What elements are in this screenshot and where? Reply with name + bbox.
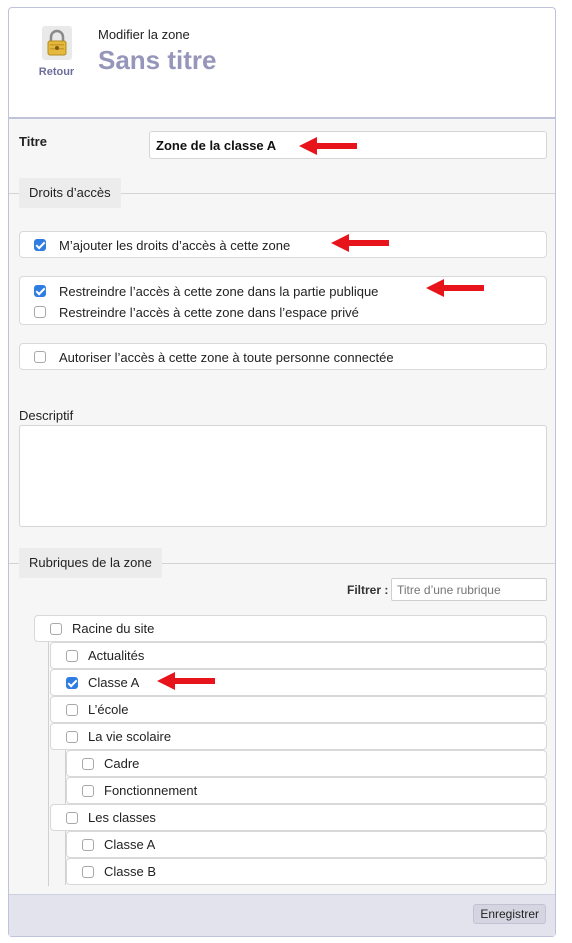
authorize-connected-label: Autoriser l’accès à cette zone à toute p… — [59, 349, 394, 365]
tree-item-label: Fonctionnement — [104, 783, 198, 798]
tree-checkbox[interactable] — [50, 622, 62, 635]
form-body: Titre Zone de la classe A Droits d’accès… — [9, 118, 555, 894]
tree-item-label: Classe A — [88, 675, 140, 690]
tree-checkbox[interactable] — [82, 865, 94, 878]
tree-checkbox[interactable] — [82, 757, 94, 770]
authorize-connected-checkbox[interactable] — [34, 351, 46, 363]
tree-item-classe-b[interactable]: Classe B — [66, 858, 547, 885]
tree-item-actualites[interactable]: Actualités — [50, 642, 547, 669]
red-arrow-icon — [157, 672, 215, 690]
red-arrow-icon — [299, 137, 357, 155]
tree-item-l-ecole[interactable]: L’école — [50, 696, 547, 723]
header: Retour Modifier la zone Sans titre — [8, 7, 556, 117]
add-rights-label: M’ajouter les droits d’accès à cette zon… — [59, 237, 291, 253]
tree-item-label: L’école — [88, 702, 129, 717]
add-rights-checkbox[interactable] — [34, 239, 46, 251]
form-footer: Enregistrer — [9, 894, 555, 936]
tree-checkbox[interactable] — [66, 676, 78, 689]
tree-checkbox[interactable] — [66, 730, 78, 743]
tree-item-label: Racine du site — [72, 621, 155, 636]
tree-checkbox[interactable] — [66, 703, 78, 716]
filter-input[interactable] — [391, 578, 547, 601]
authorize-connected-box: Autoriser l’accès à cette zone à toute p… — [19, 343, 547, 370]
red-arrow-icon — [426, 279, 484, 297]
tree-item-label: Classe B — [104, 864, 157, 879]
tree-item-la-vie-scolaire[interactable]: La vie scolaire — [50, 723, 547, 750]
divider — [9, 118, 555, 119]
tree-item-cadre[interactable]: Cadre — [66, 750, 547, 777]
tree-item-label: La vie scolaire — [88, 729, 172, 744]
sections-legend: Rubriques de la zone — [19, 548, 162, 578]
save-button[interactable]: Enregistrer — [473, 904, 546, 924]
red-arrow-icon — [331, 234, 389, 252]
restrict-public-option[interactable]: Restreindre l’accès à cette zone dans la… — [34, 282, 378, 300]
restrict-private-label: Restreindre l’accès à cette zone dans l’… — [59, 304, 359, 320]
back-label[interactable]: Retour — [34, 66, 79, 78]
tree-item-classe-a[interactable]: Classe A — [50, 669, 547, 696]
tree-checkbox[interactable] — [66, 811, 78, 824]
zone-form: Titre Zone de la classe A Droits d’accès… — [8, 117, 556, 937]
tree-checkbox[interactable] — [66, 649, 78, 662]
add-rights-box: M’ajouter les droits d’accès à cette zon… — [19, 231, 547, 258]
tree-checkbox[interactable] — [82, 838, 94, 851]
restrict-private-checkbox[interactable] — [34, 306, 46, 318]
tree-item-racine-du-site[interactable]: Racine du site — [34, 615, 547, 642]
tree-guide-line — [48, 642, 49, 886]
tree-item-classe-a-sub[interactable]: Classe A — [66, 831, 547, 858]
filter-label: Filtrer : — [347, 583, 389, 597]
lock-icon — [41, 26, 72, 60]
add-rights-option[interactable]: M’ajouter les droits d’accès à cette zon… — [34, 236, 290, 254]
page-subtitle: Modifier la zone — [98, 27, 190, 42]
description-label: Descriptif — [19, 408, 74, 423]
back-button[interactable]: Retour — [34, 26, 79, 78]
tree-item-label: Cadre — [104, 756, 140, 771]
description-textarea[interactable] — [19, 425, 547, 527]
restrict-public-checkbox[interactable] — [34, 285, 46, 297]
tree-item-label: Les classes — [88, 810, 156, 825]
title-label: Titre — [19, 134, 47, 149]
authorize-connected-option[interactable]: Autoriser l’accès à cette zone à toute p… — [34, 348, 394, 366]
tree-checkbox[interactable] — [82, 784, 94, 797]
tree-item-fonctionnement[interactable]: Fonctionnement — [66, 777, 547, 804]
tree-item-les-classes[interactable]: Les classes — [50, 804, 547, 831]
restrict-public-label: Restreindre l’accès à cette zone dans la… — [59, 283, 379, 299]
access-rights-legend: Droits d’accès — [19, 178, 121, 208]
tree-item-label: Classe A — [104, 837, 156, 852]
tree-item-label: Actualités — [88, 648, 145, 663]
restrict-private-option[interactable]: Restreindre l’accès à cette zone dans l’… — [34, 303, 359, 321]
page-title: Sans titre — [98, 45, 217, 75]
